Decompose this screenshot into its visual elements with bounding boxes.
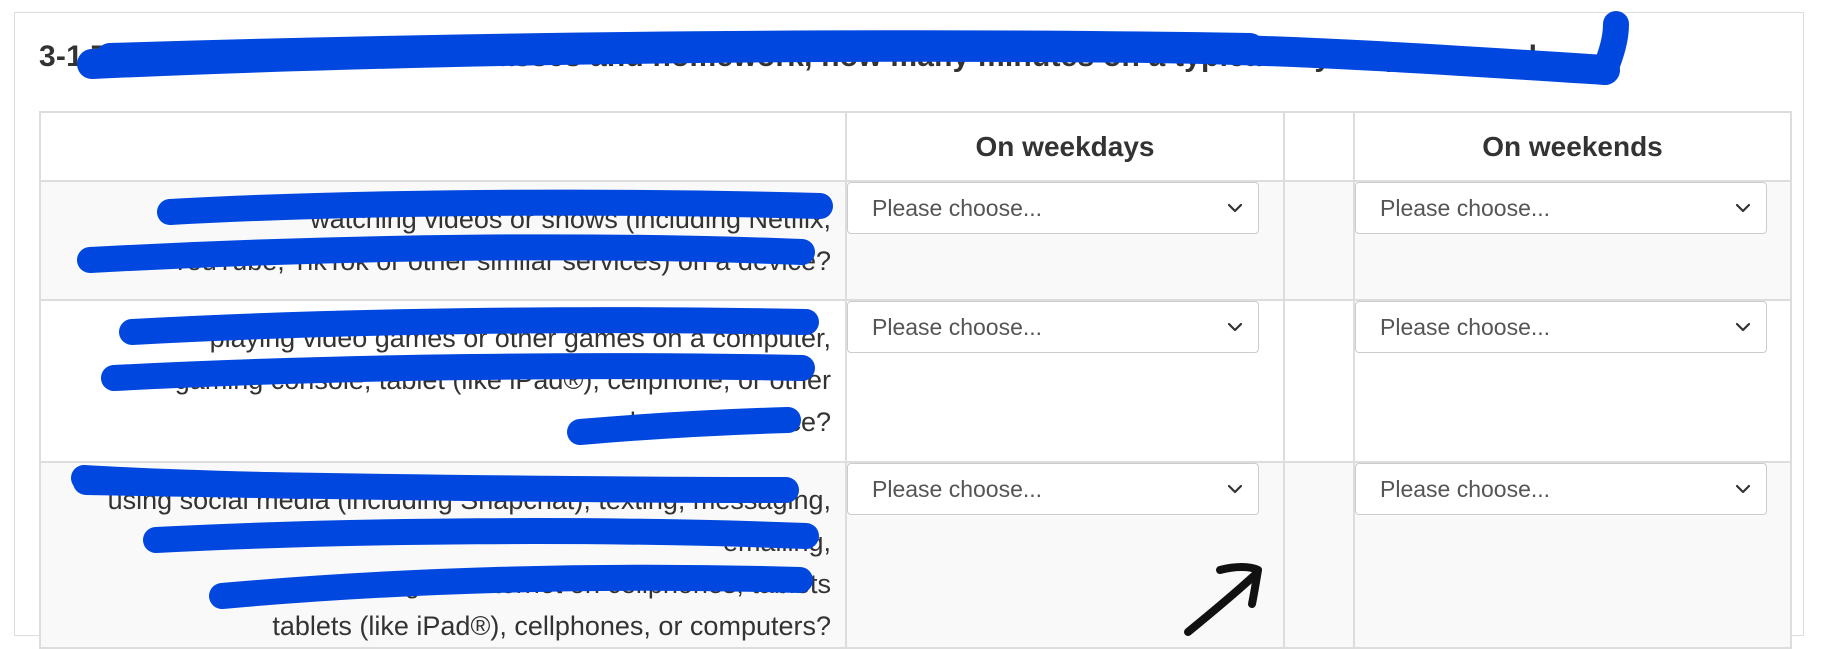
row-label-cell: playing video games or other games on a … xyxy=(39,299,847,463)
chevron-down-icon xyxy=(1227,484,1243,494)
header-weekdays: On weekdays xyxy=(845,111,1285,182)
header-gap-cell xyxy=(1283,111,1355,182)
chevron-down-icon xyxy=(1227,203,1243,213)
chevron-down-icon xyxy=(1735,484,1751,494)
table-row: playing video games or other games on a … xyxy=(39,299,1792,463)
weekday-select[interactable]: Please choose... xyxy=(847,301,1259,353)
row-label-line: watching videos or shows (including Netf… xyxy=(310,204,831,234)
row-label-line: electronic device? xyxy=(614,407,831,437)
weekend-select[interactable]: Please choose... xyxy=(1355,463,1767,515)
header-row: On weekdays On weekends xyxy=(39,111,1792,182)
survey-grid: On weekdays On weekends watching videos … xyxy=(39,111,1792,649)
row-label: using social media (including Snapchat),… xyxy=(41,463,845,647)
table-row: using social media (including Snapchat),… xyxy=(39,461,1792,649)
gap-cell xyxy=(1283,461,1355,649)
weekend-cell: Please choose... xyxy=(1353,299,1792,463)
header-label-cell xyxy=(39,111,847,182)
row-label-line: playing video games or other games on a … xyxy=(209,323,831,353)
select-value: Please choose... xyxy=(1380,194,1551,221)
question-title: 3-1 Thinking about outside of classes an… xyxy=(39,40,1563,73)
row-label: playing video games or other games on a … xyxy=(41,301,845,443)
row-label-line: surfing the internet on cellphones, tabl… xyxy=(338,569,831,599)
select-value: Please choose... xyxy=(1380,313,1551,340)
weekday-cell: Please choose... xyxy=(845,180,1285,301)
weekday-select[interactable]: Please choose... xyxy=(847,182,1259,234)
chevron-down-icon xyxy=(1227,322,1243,332)
select-value: Please choose... xyxy=(872,194,1043,221)
weekday-cell: Please choose... xyxy=(845,299,1285,463)
chevron-down-icon xyxy=(1735,203,1751,213)
row-label-line: gaming console, tablet (like iPad®), cel… xyxy=(174,365,831,395)
gap-cell xyxy=(1283,299,1355,463)
table-row: watching videos or shows (including Netf… xyxy=(39,180,1792,301)
weekday-cell: Please choose... xyxy=(845,461,1285,649)
row-label-line: tablets (like iPad®), cellphones, or com… xyxy=(272,611,831,641)
row-label-line: YouTube, TikTok or other similar service… xyxy=(171,246,831,276)
row-label-line: using social media (including Snapchat),… xyxy=(107,485,831,557)
gap-cell xyxy=(1283,180,1355,301)
weekend-cell: Please choose... xyxy=(1353,461,1792,649)
row-label: watching videos or shows (including Netf… xyxy=(41,182,845,282)
weekend-select[interactable]: Please choose... xyxy=(1355,182,1767,234)
chevron-down-icon xyxy=(1735,322,1751,332)
row-label-cell: watching videos or shows (including Netf… xyxy=(39,180,847,301)
weekend-cell: Please choose... xyxy=(1353,180,1792,301)
select-value: Please choose... xyxy=(872,313,1043,340)
weekday-select[interactable]: Please choose... xyxy=(847,463,1259,515)
select-value: Please choose... xyxy=(872,475,1043,502)
row-label-cell: using social media (including Snapchat),… xyxy=(39,461,847,649)
weekend-select[interactable]: Please choose... xyxy=(1355,301,1767,353)
header-weekends: On weekends xyxy=(1353,111,1792,182)
select-value: Please choose... xyxy=(1380,475,1551,502)
